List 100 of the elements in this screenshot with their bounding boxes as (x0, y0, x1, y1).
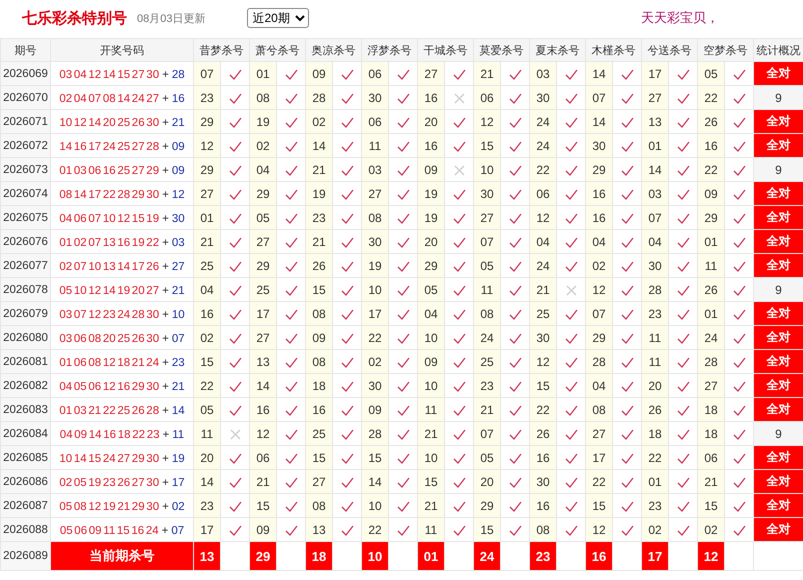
plus-sign: + (162, 164, 169, 176)
winning-numbers: 02 07 10 13 14 17 26 (59, 260, 160, 272)
result-badge: 全对 (754, 398, 803, 422)
kill-number: 04 (586, 230, 612, 254)
kill-number: 30 (362, 374, 388, 398)
winning-numbers: 01 03 21 22 25 26 28 (59, 404, 160, 416)
kill-number: 30 (642, 254, 668, 278)
special-number: 19 (172, 452, 185, 464)
issue-number: 2026072 (0, 134, 50, 158)
plus-sign: + (162, 212, 169, 224)
column-header: 奥凉杀号 (306, 38, 362, 62)
plus-sign: + (162, 500, 169, 512)
hit-count: 9 (754, 422, 803, 446)
result-badge: 全对 (754, 230, 803, 254)
kill-number: 08 (306, 350, 332, 374)
kill-number: 10 (418, 374, 444, 398)
kill-number: 08 (586, 398, 612, 422)
kill-number: 22 (530, 158, 556, 182)
plus-sign: + (162, 452, 169, 464)
plus-sign: + (162, 308, 169, 320)
kill-number: 22 (194, 374, 220, 398)
kill-number: 20 (418, 230, 444, 254)
result-badge: 全对 (754, 206, 803, 230)
kill-number: 24 (530, 254, 556, 278)
kill-number: 27 (250, 230, 276, 254)
kill-number: 29 (418, 254, 444, 278)
period-select[interactable]: 近20期 (247, 8, 310, 28)
kill-number: 29 (250, 182, 276, 206)
issue-number: 2026080 (0, 326, 50, 350)
kill-number: 30 (530, 86, 556, 110)
kill-number: 02 (306, 110, 332, 134)
winning-numbers: 03 06 08 20 25 26 30 (59, 332, 160, 344)
issue-number: 2026086 (0, 470, 50, 494)
kill-number: 23 (474, 374, 500, 398)
kill-number: 25 (474, 350, 500, 374)
kill-number: 09 (306, 326, 332, 350)
special-number: 12 (172, 188, 185, 200)
winning-numbers: 01 06 08 12 18 21 24 (59, 356, 160, 368)
winning-numbers: 14 16 17 24 25 27 28 (59, 140, 160, 152)
plus-sign: + (162, 332, 169, 344)
kill-number: 17 (586, 446, 612, 470)
kill-number: 17 (194, 518, 220, 542)
kill-number: 30 (362, 230, 388, 254)
kill-number-badge: 24 (474, 542, 500, 570)
special-number: 23 (172, 356, 185, 368)
kill-number: 13 (642, 110, 668, 134)
plus-sign: + (162, 236, 169, 248)
kill-number: 02 (250, 134, 276, 158)
kill-number: 16 (586, 206, 612, 230)
kill-number: 30 (530, 326, 556, 350)
kill-number: 29 (194, 110, 220, 134)
special-number: 28 (172, 68, 185, 80)
kill-number: 16 (586, 182, 612, 206)
column-header: 干城杀号 (418, 38, 474, 62)
kill-number: 10 (418, 326, 444, 350)
kill-number: 03 (530, 62, 556, 86)
kill-number: 26 (306, 254, 332, 278)
kill-number: 16 (194, 302, 220, 326)
kill-number: 19 (306, 182, 332, 206)
kill-number: 14 (586, 62, 612, 86)
kill-number: 20 (642, 374, 668, 398)
kill-number: 14 (250, 374, 276, 398)
plus-sign: + (162, 428, 170, 440)
kill-number: 30 (586, 134, 612, 158)
kill-number: 15 (586, 494, 612, 518)
kill-number: 30 (530, 470, 556, 494)
issue-number: 2026074 (0, 182, 50, 206)
kill-number: 25 (250, 278, 276, 302)
kill-number: 04 (530, 230, 556, 254)
kill-number: 11 (362, 134, 388, 158)
hit-count: 9 (754, 158, 803, 182)
kill-number: 21 (418, 422, 444, 446)
kill-number-badge: 12 (698, 542, 724, 570)
special-number: 09 (172, 164, 185, 176)
winning-numbers: 10 12 14 20 25 26 30 (59, 116, 160, 128)
kill-number: 30 (362, 86, 388, 110)
kill-number: 20 (194, 446, 220, 470)
column-header: 夏末杀号 (530, 38, 586, 62)
kill-number: 18 (698, 398, 724, 422)
kill-number: 29 (474, 494, 500, 518)
current-kill-label: 当前期杀号 (50, 542, 194, 570)
kill-number: 29 (698, 206, 724, 230)
result-badge: 全对 (754, 350, 803, 374)
plus-sign: + (162, 188, 169, 200)
kill-number: 11 (418, 398, 444, 422)
special-number: 11 (172, 428, 184, 440)
special-number: 16 (172, 92, 185, 104)
kill-number: 21 (698, 470, 724, 494)
result-badge: 全对 (754, 374, 803, 398)
kill-number: 05 (474, 254, 500, 278)
kill-number: 14 (642, 158, 668, 182)
result-badge: 全对 (754, 302, 803, 326)
winning-numbers: 02 04 07 08 14 24 27 (59, 92, 160, 104)
column-header: 木槿杀号 (586, 38, 642, 62)
kill-number: 01 (642, 134, 668, 158)
kill-number: 05 (194, 398, 220, 422)
kill-number: 15 (306, 446, 332, 470)
issue-number: 2026071 (0, 110, 50, 134)
kill-number-badge: 13 (194, 542, 220, 570)
issue-number: 2026076 (0, 230, 50, 254)
